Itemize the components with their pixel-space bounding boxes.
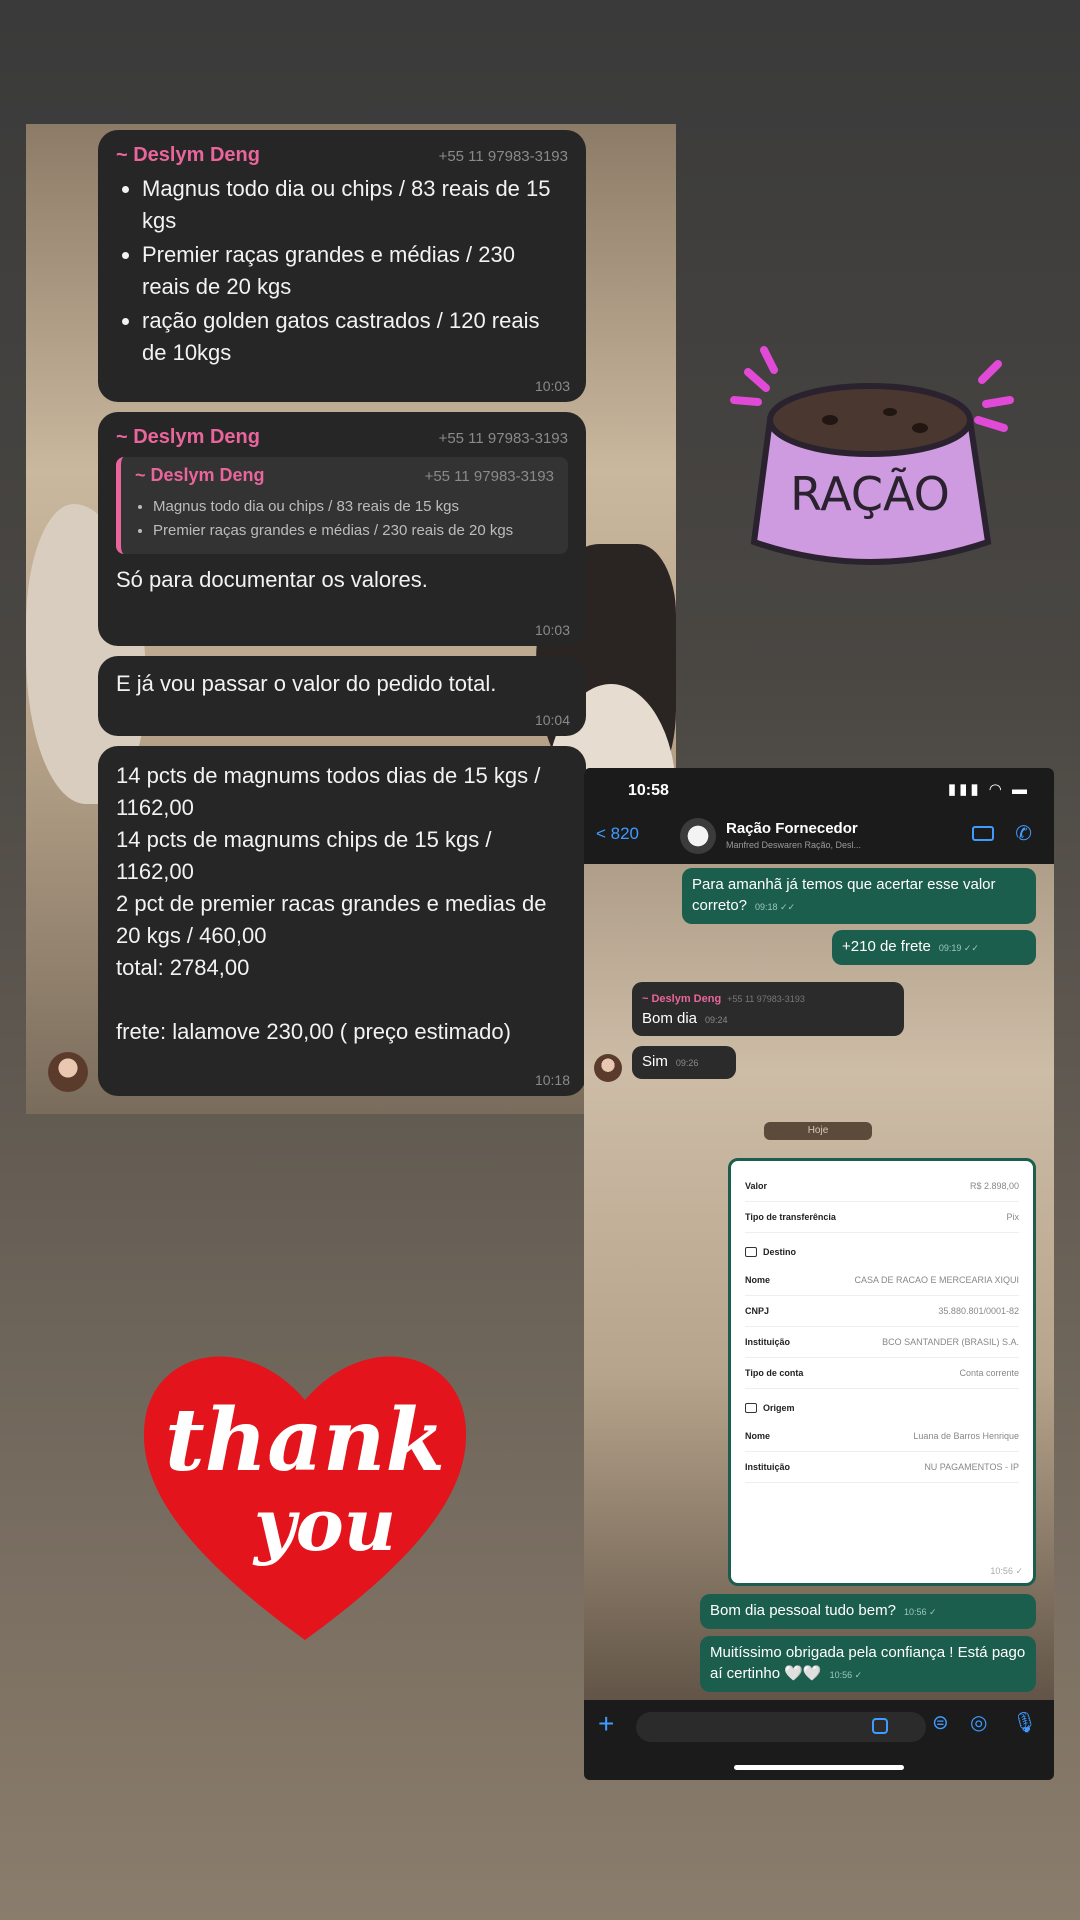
message-input-bar: + ⊜ ◎ 🎙 (584, 1700, 1054, 1780)
phone-call-icon[interactable]: ✆ (1015, 821, 1032, 846)
receipt-row: Instituição NU PAGAMENTOS - IP (745, 1452, 1019, 1483)
signal-wifi-battery-icon: ▮▮▮ ◠ ▬ (947, 781, 1030, 798)
quote-phone: +55 11 97983-3193 (424, 468, 554, 485)
receipt-row: Instituição BCO SANTANDER (BRASIL) S.A. (745, 1327, 1019, 1358)
list-item: Premier raças grandes e médias / 230 rea… (153, 520, 554, 542)
message-text: Sim (642, 1053, 668, 1070)
quoted-message[interactable]: ~ Deslym Deng +55 11 97983-3193 Magnus t… (116, 457, 568, 554)
message-time: 09:18 ✓✓ (755, 902, 796, 912)
price-list: Magnus todo dia ou chips / 83 reais de 1… (116, 173, 568, 369)
sender-phone: +55 11 97983-3193 (438, 148, 568, 165)
quote-sender: ~ Deslym Deng (135, 465, 265, 485)
group-avatar[interactable] (680, 818, 716, 854)
message-time: 10:03 (534, 378, 570, 394)
message-text: E já vou passar o valor do pedido total. (116, 671, 497, 696)
bank-icon (745, 1247, 757, 1257)
message-text: 14 pcts de magnums todos dias de 15 kgs … (116, 763, 547, 1044)
receipt-section-title: Origem (745, 1389, 1019, 1421)
message-time: 09:26 (675, 1058, 699, 1068)
sender-name[interactable]: ~ Deslym Deng (642, 993, 721, 1005)
outgoing-message[interactable]: Muitíssimo obrigada pela confiança ! Est… (700, 1636, 1036, 1692)
video-call-icon[interactable] (972, 826, 994, 841)
message-time: 10:56 ✓ (990, 1566, 1023, 1576)
sender-phone: +55 11 97983-3193 (438, 430, 568, 447)
thank-text: thank (165, 1390, 445, 1491)
incoming-message[interactable]: Sim 09:26 (632, 1046, 736, 1079)
message-text: Bom dia pessoal tudo bem? (710, 1602, 896, 1619)
microphone-icon[interactable]: 🎙 (1012, 1710, 1037, 1735)
back-button[interactable]: < 820 (596, 824, 639, 844)
list-item: Premier raças grandes e médias / 230 rea… (142, 239, 568, 303)
message-time: 10:56 ✓ (903, 1607, 937, 1617)
message-time: 09:24 (705, 1015, 728, 1025)
incoming-message[interactable]: ~ Deslym Deng +55 11 97983-3193 Bom dia 09… (632, 982, 904, 1036)
message-time: 09:19 ✓✓ (938, 943, 979, 953)
list-item: Magnus todo dia ou chips / 83 reais de 1… (142, 173, 568, 237)
racao-label: RAÇÃO (790, 467, 950, 521)
message-text: Só para documentar os valores. (116, 567, 428, 592)
left-chat-screenshot: ~ Deslym Deng +55 11 97983-3193 Magnus t… (26, 124, 676, 1114)
outgoing-message[interactable]: Para amanhã já temos que acertar esse va… (682, 868, 1036, 924)
camera-icon[interactable]: ◎ (970, 1710, 987, 1735)
message-bubble[interactable]: ~ Deslym Deng +55 11 97983-3193 ~ Deslym… (98, 412, 586, 646)
message-text: Bom dia (642, 1010, 698, 1027)
payment-icon[interactable]: ⊜ (932, 1710, 949, 1735)
sender-name[interactable]: ~ Deslym Deng (116, 144, 260, 167)
message-bubble[interactable]: 14 pcts de magnums todos dias de 15 kgs … (98, 746, 586, 1096)
sticker-icon[interactable] (872, 1718, 888, 1734)
receipt-row: Tipo de conta Conta corrente (745, 1358, 1019, 1389)
thank-you-heart-sticker: thank you (143, 1356, 467, 1640)
group-name[interactable]: Ração Fornecedor (726, 820, 858, 837)
date-separator: Hoje (764, 1122, 872, 1140)
phone-chat-screenshot: 10:58 ▮▮▮ ◠ ▬ < 820 Ração Fornecedor Man… (584, 768, 1054, 1780)
receipt-row: CNPJ 35.880.801/0001-82 (745, 1296, 1019, 1327)
chat-header: < 820 Ração Fornecedor Manfred Deswaren … (584, 808, 1054, 864)
list-item: ração golden gatos castrados / 120 reais… (142, 305, 568, 369)
avatar[interactable] (594, 1054, 622, 1082)
message-time: 10:04 (534, 712, 570, 728)
receipt-row: Tipo de transferência Pix (745, 1202, 1019, 1233)
message-bubble[interactable]: E já vou passar o valor do pedido total.… (98, 656, 586, 736)
message-bubble[interactable]: ~ Deslym Deng +55 11 97983-3193 Magnus t… (98, 130, 586, 402)
message-time: 10:18 (534, 1072, 570, 1088)
outgoing-message[interactable]: +210 de frete 09:19 ✓✓ (832, 930, 1036, 965)
racao-bowl-sticker: RAÇÃO (730, 346, 1014, 565)
payment-receipt-image[interactable]: Valor R$ 2.898,00 Tipo de transferência Pi… (728, 1158, 1036, 1586)
outgoing-message[interactable]: Bom dia pessoal tudo bem? 10:56 ✓ (700, 1594, 1036, 1629)
receipt-row: Nome CASA DE RACAO E MERCEARIA XIQUI (745, 1265, 1019, 1296)
status-bar: 10:58 ▮▮▮ ◠ ▬ (584, 768, 1054, 808)
list-item: Magnus todo dia ou chips / 83 reais de 1… (153, 496, 554, 518)
avatar[interactable] (48, 1052, 88, 1092)
sender-phone: +55 11 97983-3193 (727, 994, 805, 1004)
receipt-row: Valor R$ 2.898,00 (745, 1171, 1019, 1202)
status-clock: 10:58 (628, 782, 669, 799)
sender-name[interactable]: ~ Deslym Deng (116, 426, 260, 449)
message-text: Para amanhã já temos que acertar esse va… (692, 876, 996, 914)
home-indicator (734, 1765, 904, 1770)
bank-icon (745, 1403, 757, 1413)
message-time: 10:03 (534, 622, 570, 638)
group-members: Manfred Deswaren Ração, Desl... (726, 840, 862, 850)
receipt-row: Nome Luana de Barros Henrique (745, 1421, 1019, 1452)
you-text: you (252, 1482, 396, 1567)
plus-icon[interactable]: + (598, 1708, 614, 1740)
message-time: 10:56 ✓ (829, 1670, 863, 1680)
message-text: +210 de frete (842, 938, 931, 955)
receipt-section-title: Destino (745, 1233, 1019, 1265)
message-text: Muitíssimo obrigada pela confiança ! Est… (710, 1644, 1026, 1682)
